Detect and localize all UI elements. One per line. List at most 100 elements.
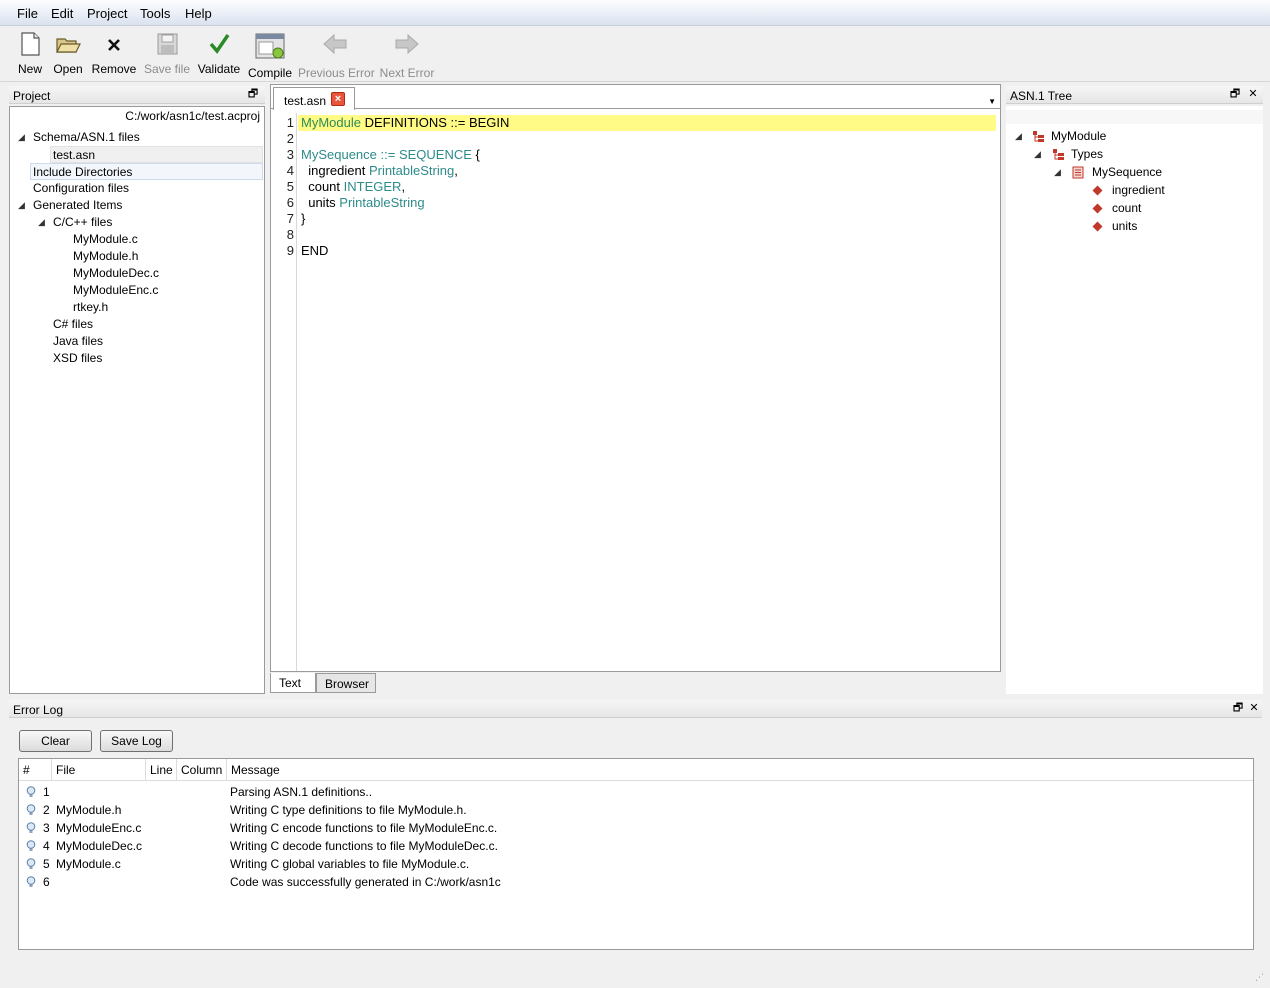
float-panel-icon[interactable]: 🗗 (1229, 88, 1241, 100)
line-number: 4 (286, 163, 294, 178)
expand-arrow-icon[interactable]: ◢ (1034, 149, 1044, 159)
menu-edit[interactable]: Edit (51, 6, 73, 21)
column-header-file[interactable]: File (52, 759, 146, 781)
line-number-gutter: 1 2 3 4 5 6 7 8 9 (271, 113, 297, 671)
tree-file-item[interactable]: rtkey.h (73, 299, 108, 316)
remove-button[interactable]: Remove (90, 26, 138, 82)
row-message: Code was successfully generated in C:/wo… (230, 875, 501, 889)
row-message: Writing C decode functions to file MyMod… (230, 839, 498, 853)
expand-arrow-icon[interactable]: ◢ (1015, 131, 1025, 141)
asn-tree-panel-title: ASN.1 Tree (1010, 89, 1073, 103)
table-row[interactable]: 1 Parsing ASN.1 definitions.. (19, 783, 1253, 801)
expand-arrow-icon[interactable]: ◢ (38, 217, 48, 227)
info-bulb-icon (26, 858, 36, 869)
tree-configuration-files[interactable]: Configuration files (10, 180, 264, 197)
clear-button[interactable]: Clear (19, 730, 92, 752)
table-row[interactable]: 3 MyModuleEnc.c Writing C encode functio… (19, 819, 1253, 837)
tree-label: ingredient (1112, 183, 1165, 197)
open-label: Open (53, 62, 83, 76)
row-file: MyModuleDec.c (56, 839, 143, 853)
status-bar: ⋰ (0, 968, 1270, 988)
code-text-area[interactable]: MyModule DEFINITIONS ::= BEGIN MySequenc… (298, 113, 996, 667)
compile-label: Compile (248, 66, 293, 80)
tab-text[interactable]: Text (270, 673, 316, 693)
tree-schema-files[interactable]: ◢ Schema/ASN.1 files (10, 129, 264, 146)
tree-cs-files[interactable]: C# files (53, 316, 93, 333)
column-header-line[interactable]: Line (146, 759, 177, 781)
tree-generated-items[interactable]: ◢ Generated Items (10, 197, 264, 214)
info-bulb-icon (26, 840, 36, 851)
column-header-number[interactable]: # (19, 759, 52, 781)
field-diamond-icon (1092, 221, 1103, 232)
line-number: 1 (286, 115, 294, 130)
column-header-column[interactable]: Column (177, 759, 227, 781)
tree-file-item[interactable]: MyModule.h (73, 248, 138, 265)
open-button[interactable]: Open (50, 26, 86, 82)
field-diamond-icon (1092, 203, 1103, 214)
code-token: count (301, 179, 344, 194)
asn-tree-field[interactable]: count (1006, 200, 1262, 217)
compile-button[interactable]: Compile (248, 26, 292, 82)
close-icon[interactable]: ✕ (1247, 88, 1259, 100)
menu-help[interactable]: Help (185, 6, 212, 21)
table-row[interactable]: 5 MyModule.c Writing C global variables … (19, 855, 1253, 873)
field-diamond-icon (1092, 185, 1103, 196)
chevron-down-icon[interactable]: ▼ (988, 97, 996, 106)
close-icon[interactable]: × (331, 92, 345, 106)
tree-cpp-files[interactable]: ◢ C/C++ files (10, 214, 264, 231)
previous-error-button[interactable]: Previous Error (298, 26, 375, 82)
column-header-message[interactable]: Message (227, 759, 1253, 781)
tab-test-asn[interactable]: test.asn × (273, 87, 355, 110)
tree-label: Types (1071, 147, 1104, 161)
next-error-button[interactable]: Next Error (376, 26, 438, 82)
row-number: 6 (43, 875, 50, 889)
asn-tree-field[interactable]: units (1006, 218, 1262, 235)
expand-arrow-icon[interactable]: ◢ (18, 132, 28, 142)
code-line-1: MyModule DEFINITIONS ::= BEGIN (301, 115, 509, 131)
asn-tree-module[interactable]: ◢ MyModule (1006, 128, 1262, 145)
save-file-button[interactable]: Save file (142, 26, 192, 82)
float-panel-icon[interactable]: 🗗 (247, 88, 259, 100)
save-disk-icon (157, 33, 178, 55)
table-row[interactable]: 4 MyModuleDec.c Writing C decode functio… (19, 837, 1253, 855)
table-row[interactable]: 6 Code was successfully generated in C:/… (19, 873, 1253, 891)
save-log-button[interactable]: Save Log (100, 730, 173, 752)
code-token: , (454, 163, 458, 178)
code-token: PrintableString (339, 195, 425, 210)
project-panel-title: Project (13, 89, 51, 103)
validate-button[interactable]: Validate (196, 26, 242, 82)
asn-tree-types[interactable]: ◢ Types (1006, 146, 1262, 163)
tree-file-item[interactable]: MyModuleEnc.c (73, 282, 158, 299)
tree-test-asn[interactable]: test.asn (50, 146, 263, 163)
asn-tree-panel: ◢ MyModule ◢ Types ◢ MySequence ingredie… (1006, 106, 1263, 694)
resize-grip-icon[interactable]: ⋰ (1255, 972, 1264, 983)
tab-browser[interactable]: Browser (316, 673, 376, 693)
new-button[interactable]: New (12, 26, 48, 82)
code-line-5: count INTEGER, (301, 179, 405, 195)
project-tree-panel: C:/work/asn1c/test.acproj ◢ Schema/ASN.1… (9, 106, 265, 694)
menu-project[interactable]: Project (87, 6, 127, 21)
tree-label: Generated Items (33, 198, 123, 212)
remove-label: Remove (91, 62, 137, 76)
line-number: 2 (286, 131, 294, 146)
code-token: ingredient (301, 163, 369, 178)
row-file: MyModule.c (56, 857, 121, 871)
tree-xsd-files[interactable]: XSD files (53, 350, 102, 367)
error-log-table: # File Line Column Message 1 Parsing ASN… (18, 758, 1254, 950)
tree-java-files[interactable]: Java files (53, 333, 103, 350)
menu-tools[interactable]: Tools (140, 6, 170, 21)
menu-file[interactable]: File (17, 6, 38, 21)
types-tree-icon (1053, 149, 1064, 160)
tree-label: units (1112, 219, 1138, 233)
asn-tree-field[interactable]: ingredient (1006, 182, 1262, 199)
tree-file-item[interactable]: MyModule.c (73, 231, 138, 248)
tree-file-item[interactable]: MyModuleDec.c (73, 265, 159, 282)
toolbar: New Open Remove Save file Validate Compi… (0, 26, 1270, 82)
code-token: SEQUENCE (398, 147, 472, 162)
table-row[interactable]: 2 MyModule.h Writing C type definitions … (19, 801, 1253, 819)
code-token: , (401, 179, 406, 194)
expand-arrow-icon[interactable]: ◢ (1054, 167, 1064, 177)
tree-include-directories[interactable]: Include Directories (30, 163, 263, 180)
asn-tree-sequence[interactable]: ◢ MySequence (1006, 164, 1262, 181)
expand-arrow-icon[interactable]: ◢ (18, 200, 28, 210)
